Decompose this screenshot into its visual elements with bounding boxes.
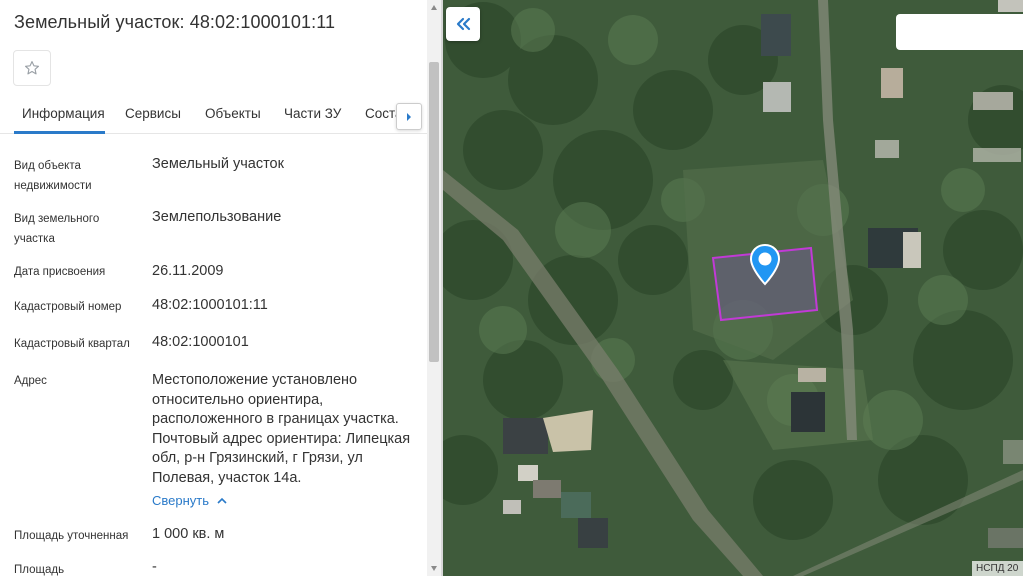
label-address: Адрес	[14, 375, 47, 387]
map-pin-icon[interactable]	[749, 244, 781, 286]
scroll-up-icon	[431, 5, 437, 10]
favorite-button[interactable]	[13, 50, 51, 86]
star-outline-icon	[24, 61, 40, 75]
scroll-down-icon	[431, 566, 437, 571]
map-attribution: НСПД 20	[972, 561, 1023, 576]
tab-objects[interactable]: Объекты	[205, 106, 261, 121]
label-area: Площадь	[14, 564, 65, 576]
label-object-type: Вид объекта недвижимости	[14, 160, 92, 192]
page-title: Земельный участок: 48:02:1000101:11	[14, 12, 336, 32]
value-object-type: Земельный участок	[152, 156, 284, 172]
label-land-type: Вид земельного участка	[14, 213, 100, 245]
value-address: Местоположение установлено относительно …	[152, 372, 411, 486]
info-panel: Земельный участок: 48:02:1000101:11 Инфо…	[0, 0, 441, 576]
value-area: -	[152, 559, 157, 575]
tabs-next-button[interactable]	[396, 103, 422, 130]
satellite-imagery	[443, 0, 1023, 576]
tab-bar: Информация Сервисы Объекты Части ЗУ Сост…	[0, 96, 427, 134]
value-refined-area: 1 000 кв. м	[152, 526, 225, 542]
value-land-type: Землепользование	[152, 209, 282, 225]
panel-scrollbar[interactable]	[427, 0, 441, 576]
tab-parts[interactable]: Части ЗУ	[284, 106, 341, 121]
tab-information[interactable]: Информация	[22, 106, 105, 121]
chevron-up-icon	[217, 497, 227, 504]
chevron-right-icon	[407, 112, 411, 121]
label-assign-date: Дата присвоения	[14, 266, 106, 278]
label-refined-area: Площадь уточненная	[14, 530, 129, 542]
active-tab-indicator	[14, 131, 105, 134]
label-cadastral-quarter: Кадастровый квартал	[14, 338, 130, 350]
tab-services[interactable]: Сервисы	[125, 106, 181, 121]
hide-panel-button[interactable]	[446, 7, 480, 41]
value-cadastral-number: 48:02:1000101:11	[152, 297, 268, 313]
value-assign-date: 26.11.2009	[152, 263, 224, 279]
label-cadastral-number: Кадастровый номер	[14, 301, 122, 313]
collapse-link-label: Свернуть	[152, 493, 210, 508]
collapse-link[interactable]: Свернуть	[152, 493, 227, 508]
value-cadastral-quarter: 48:02:1000101	[152, 334, 249, 350]
satellite-map[interactable]	[443, 0, 1023, 576]
scrollbar-thumb[interactable]	[429, 62, 439, 362]
map-search-input[interactable]	[896, 14, 1023, 50]
double-chevron-left-icon	[456, 17, 471, 31]
